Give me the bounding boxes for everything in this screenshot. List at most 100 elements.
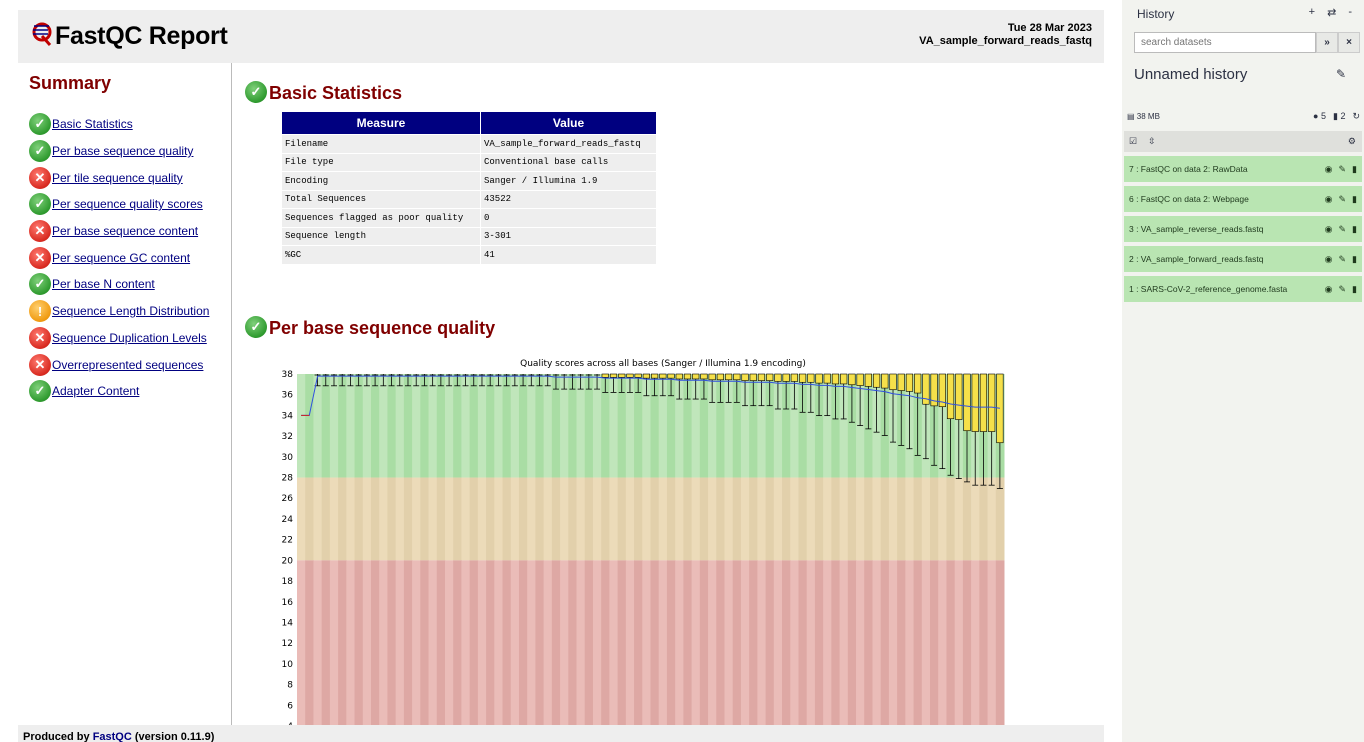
iqr-box — [651, 373, 659, 379]
summary-item: ✓ Basic Statistics — [29, 111, 209, 138]
zone-band — [782, 477, 791, 561]
history-item-actions: ◉ ✎ ▮ — [1325, 194, 1357, 205]
pass-icon: ✓ — [29, 193, 51, 216]
zone-band — [321, 477, 331, 561]
shown-count[interactable]: ● 5 — [1313, 111, 1326, 122]
summary-link[interactable]: Overrepresented sequences — [52, 358, 203, 372]
value-cell: VA_sample_forward_reads_fastq — [481, 135, 656, 153]
collapse-icon[interactable]: ⇳ — [1148, 136, 1156, 147]
zone-band — [814, 477, 824, 561]
edit-history-icon[interactable]: ✎ — [1336, 67, 1346, 81]
chart-title: Quality scores across all bases (Sanger … — [520, 359, 806, 369]
select-all-checkbox-icon[interactable]: ☑ — [1129, 136, 1137, 147]
summary-link[interactable]: Per base sequence content — [52, 224, 198, 238]
zone-band — [856, 477, 865, 561]
zone-band — [634, 560, 643, 725]
zone-band — [551, 477, 561, 561]
zone-band — [444, 477, 454, 561]
fastqc-link[interactable]: FastQC — [93, 731, 132, 742]
zone-band — [995, 477, 1005, 561]
summary-link[interactable]: Adapter Content — [52, 384, 139, 398]
zone-band — [839, 560, 849, 725]
trash-icon[interactable]: ▮ — [1352, 164, 1357, 175]
y-tick-label: 38 — [282, 370, 294, 380]
zone-band — [535, 374, 545, 478]
zone-band — [584, 477, 594, 561]
eye-icon[interactable]: ◉ — [1325, 254, 1333, 265]
zone-band — [839, 477, 849, 561]
zone-band — [395, 560, 405, 725]
refresh-icon[interactable]: ↻ — [1352, 111, 1360, 122]
pencil-icon[interactable]: ✎ — [1339, 224, 1347, 235]
zone-band — [831, 477, 841, 561]
zone-band — [346, 477, 356, 561]
summary-link[interactable]: Per sequence GC content — [52, 251, 190, 265]
eye-icon[interactable]: ◉ — [1325, 164, 1333, 175]
summary-item: ✓ Per sequence quality scores — [29, 191, 209, 218]
iqr-box — [601, 373, 609, 378]
history-item[interactable]: 7 : FastQC on data 2: RawData ◉ ✎ ▮ — [1124, 156, 1362, 182]
trash-icon[interactable]: ▮ — [1352, 254, 1357, 265]
deleted-count[interactable]: ▮ 2 — [1333, 111, 1345, 122]
pencil-icon[interactable]: ✎ — [1339, 284, 1347, 295]
advanced-search-toggle-icon[interactable]: » — [1316, 32, 1338, 53]
iqr-box — [700, 373, 708, 380]
column-header-measure: Measure — [282, 112, 480, 134]
zone-band — [666, 560, 676, 725]
switch-history-icon[interactable]: ⇄ — [1327, 6, 1336, 19]
zone-band — [313, 560, 323, 725]
zone-band — [872, 560, 882, 725]
history-name[interactable]: Unnamed history — [1134, 66, 1247, 83]
eye-icon[interactable]: ◉ — [1325, 194, 1333, 205]
summary-link[interactable]: Per base sequence quality — [52, 144, 193, 158]
pencil-icon[interactable]: ✎ — [1339, 164, 1347, 175]
zone-band — [412, 477, 421, 561]
iqr-box — [946, 373, 955, 420]
zone-band — [691, 560, 701, 725]
pencil-icon[interactable]: ✎ — [1339, 254, 1347, 265]
zone-band — [675, 477, 684, 561]
zone-band — [601, 560, 610, 725]
zone-band — [938, 477, 947, 561]
clear-search-icon[interactable]: × — [1338, 32, 1360, 53]
zone-band — [675, 560, 684, 725]
more-options-icon[interactable]: ‐ — [1348, 6, 1352, 19]
history-title: History — [1137, 7, 1175, 21]
plus-icon[interactable]: + — [1309, 6, 1315, 19]
summary-link[interactable]: Sequence Duplication Levels — [52, 331, 207, 345]
trash-icon[interactable]: ▮ — [1352, 194, 1357, 205]
footer-suffix: (version 0.11.9) — [131, 731, 215, 742]
zone-band — [395, 477, 405, 561]
zone-band — [823, 477, 832, 561]
summary-link[interactable]: Basic Statistics — [52, 117, 133, 131]
zone-band — [428, 560, 438, 725]
history-item[interactable]: 1 : SARS-CoV-2_reference_genome.fasta ◉ ✎ ▮ — [1124, 276, 1362, 302]
trash-icon[interactable]: ▮ — [1352, 284, 1357, 295]
iqr-box — [905, 373, 914, 392]
eye-icon[interactable]: ◉ — [1325, 224, 1333, 235]
zone-band — [864, 560, 873, 725]
pencil-icon[interactable]: ✎ — [1339, 194, 1347, 205]
history-item[interactable]: 6 : FastQC on data 2: Webpage ◉ ✎ ▮ — [1124, 186, 1362, 212]
summary-link[interactable]: Per tile sequence quality — [52, 171, 183, 185]
iqr-box — [741, 373, 749, 381]
eye-icon[interactable]: ◉ — [1325, 284, 1333, 295]
summary-link[interactable]: Per sequence quality scores — [52, 197, 203, 211]
summary-item: ✓ Per base N content — [29, 271, 209, 298]
search-datasets-input[interactable] — [1134, 32, 1316, 53]
zone-band — [650, 560, 660, 725]
trash-icon[interactable]: ▮ — [1352, 224, 1357, 235]
pass-icon: ✓ — [245, 80, 267, 103]
zone-band — [395, 374, 405, 478]
zone-band — [338, 560, 347, 725]
history-item[interactable]: 3 : VA_sample_reverse_reads.fastq ◉ ✎ ▮ — [1124, 216, 1362, 242]
table-row: File type Conventional base calls — [282, 153, 656, 171]
gear-icon[interactable]: ⚙ — [1348, 136, 1356, 147]
summary-link[interactable]: Per base N content — [52, 277, 155, 291]
history-size: ▤ 38 MB — [1127, 112, 1160, 121]
summary-link[interactable]: Sequence Length Distribution — [52, 304, 209, 318]
zone-band — [683, 560, 693, 725]
zone-band — [592, 477, 602, 561]
fail-icon: ✕ — [29, 166, 51, 189]
history-item[interactable]: 2 : VA_sample_forward_reads.fastq ◉ ✎ ▮ — [1124, 246, 1362, 272]
